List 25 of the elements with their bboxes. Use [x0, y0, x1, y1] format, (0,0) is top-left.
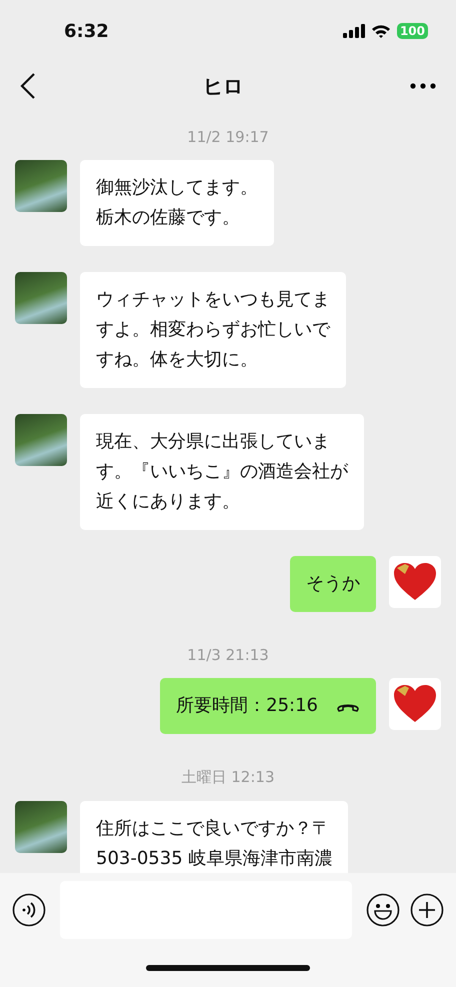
- heart-avatar[interactable]: [389, 678, 441, 730]
- battery-level: 100: [396, 23, 428, 39]
- timestamp: 11/2 19:17: [187, 128, 269, 146]
- message-bubble: 所要時間：25:16: [160, 678, 376, 734]
- timestamp: 土曜日 12:13: [182, 768, 274, 786]
- timestamp: 11/3 21:13: [187, 646, 269, 664]
- signal-icon: [342, 24, 365, 38]
- message-bubble: 現在、大分県に出張していま す。『いいちこ』の酒造会社が 近くにあります。: [80, 414, 364, 530]
- message-bubble: そうか: [290, 556, 376, 612]
- message-bubble: 御無沙汰してます。 栃木の佐藤です。: [80, 160, 274, 246]
- chat-title: ヒロ: [203, 72, 243, 100]
- avatar-photo-placeholder[interactable]: [15, 272, 67, 324]
- message-bubble: 住所はここで良いですか？〒 503-0535 岐阜県海津市南濃: [80, 801, 348, 873]
- back-icon[interactable]: [20, 73, 36, 99]
- avatar-photo-placeholder[interactable]: [15, 414, 67, 466]
- wifi-icon: [370, 24, 391, 38]
- avatar-photo-placeholder[interactable]: [15, 160, 67, 212]
- status-time: 6:32: [64, 20, 109, 42]
- add-icon[interactable]: [410, 893, 444, 927]
- more-icon[interactable]: [410, 83, 436, 89]
- voice-icon[interactable]: [12, 893, 46, 927]
- heart-avatar[interactable]: [389, 556, 441, 608]
- message-bubble: ウィチャットをいつも見てま すよ。相変わらずお忙しいで すね。体を大切に。: [80, 272, 346, 388]
- avatar-photo-placeholder[interactable]: [15, 801, 67, 853]
- emoji-icon[interactable]: [366, 893, 400, 927]
